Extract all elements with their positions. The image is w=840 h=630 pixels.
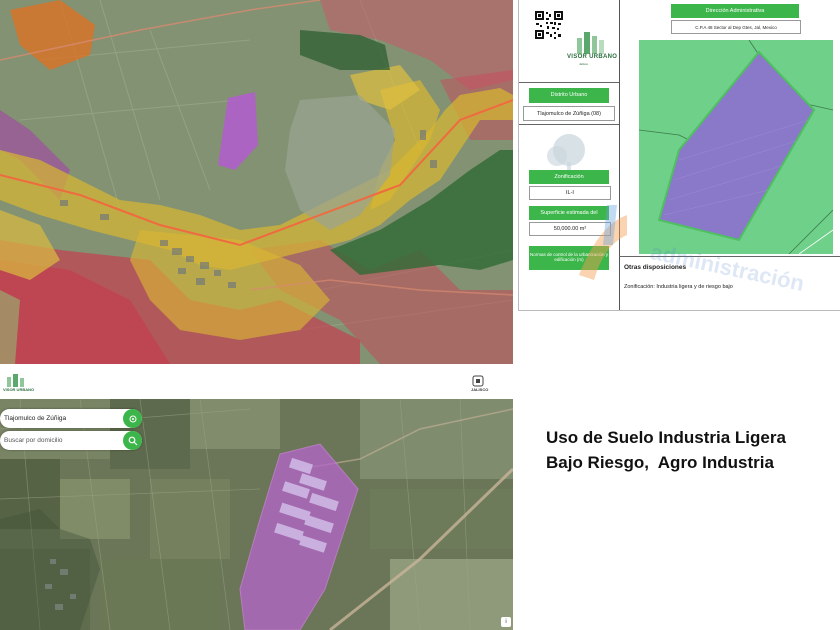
jalisco-seal-icon [472, 375, 484, 387]
certificate-left-column: VISOR URBANO Jalisco Distrito Urbano Tla… [519, 0, 627, 310]
zoning-map-graphic [0, 0, 513, 364]
caption: Uso de Suelo Industria Ligera Bajo Riesg… [546, 425, 836, 475]
locate-button[interactable] [123, 409, 142, 428]
zoning-certificate: VISOR URBANO Jalisco Distrito Urbano Tla… [518, 0, 840, 311]
map-info-button[interactable]: i [501, 617, 511, 627]
search-icon [128, 436, 137, 445]
satellite-map[interactable]: Tlajomulco de Zúñiga i [0, 399, 513, 630]
orange-watermark-icon [579, 205, 627, 280]
other-dispositions-text: Zonificación: Industria ligera y de ries… [624, 284, 733, 290]
location-field[interactable]: Tlajomulco de Zúñiga [0, 409, 142, 428]
address-search-input[interactable] [0, 436, 123, 445]
zoning-value: IL-I [529, 186, 611, 200]
other-dispositions-title: Otras disposiciones [624, 264, 687, 271]
certificate-logo-text: VISOR URBANO [567, 54, 618, 60]
qr-code-icon [534, 10, 564, 40]
address-box: C.P.A 48 Sector al Dep Gtes, Jal, Mexico [671, 20, 801, 34]
admin-header: Dirección Administrativa [671, 4, 799, 18]
address-search[interactable] [0, 431, 142, 450]
app-header: VISOR URBANO JALISCO [0, 367, 513, 399]
caption-line-1: Uso de Suelo Industria Ligera [546, 428, 786, 447]
visor-logo-icon [7, 374, 24, 387]
crosshair-icon [129, 415, 136, 422]
header-logo-right: JALISCO [471, 374, 493, 394]
header-logo-left-text: VISOR URBANO [3, 387, 35, 392]
zoning-map[interactable] [0, 0, 513, 364]
caption-line-2: Bajo Riesgo, Agro Industria [546, 453, 774, 472]
district-label: Distrito Urbano [529, 88, 609, 103]
header-logo-right-text: JALISCO [471, 387, 489, 392]
district-value: Tlajomulco de Zúñiga (08) [523, 106, 615, 121]
zoning-label: Zonificación [529, 170, 609, 184]
certificate-logo-sub: Jalisco [579, 62, 589, 66]
location-text: Tlajomulco de Zúñiga [4, 415, 67, 422]
header-logo-left[interactable]: VISOR URBANO [3, 373, 37, 395]
parcel-map [639, 40, 833, 254]
visor-urbano-logo-icon [577, 32, 604, 54]
search-button[interactable] [123, 431, 142, 450]
